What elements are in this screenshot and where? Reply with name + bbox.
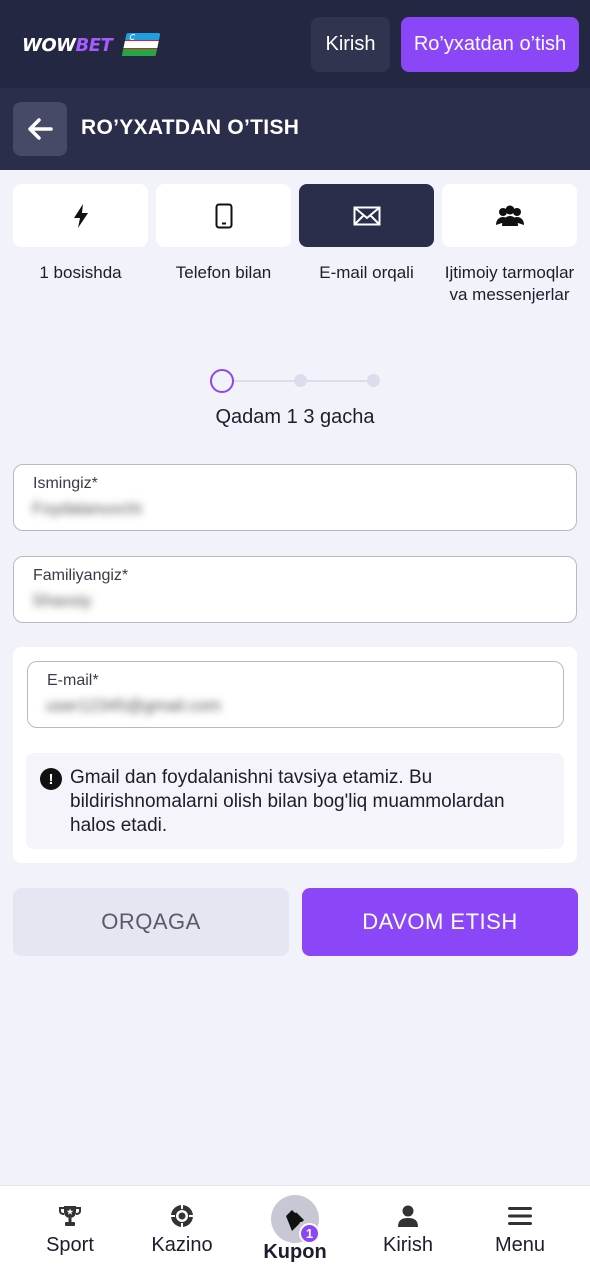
last-name-field[interactable]: Familiyangiz* Shaxsiy xyxy=(13,556,577,623)
email-card: E-mail* user12345@gmail.com ! Gmail dan … xyxy=(13,647,577,863)
nav-sport-label: Sport xyxy=(46,1234,94,1256)
nav-kupon-label: Kupon xyxy=(263,1241,327,1263)
uzbekistan-flag-icon xyxy=(121,33,161,57)
page-title: RO’YXATDAN O’TISH xyxy=(81,116,300,139)
nav-menu-label: Menu xyxy=(494,1234,546,1256)
phone-icon xyxy=(215,203,232,228)
first-name-value: Foydalanuvchi xyxy=(32,499,142,518)
tab-phone-label: Telefon bilan xyxy=(175,263,272,282)
tab-email[interactable] xyxy=(299,184,434,247)
user-icon xyxy=(398,1205,418,1227)
tab-social[interactable] xyxy=(442,184,577,247)
casino-chip-icon xyxy=(171,1205,193,1227)
nav-kazino[interactable]: Kazino xyxy=(123,1186,241,1280)
register-button[interactable]: Ro’yxatdan o’tish xyxy=(401,17,579,72)
stepper-step-2 xyxy=(294,374,307,387)
tab-phone[interactable] xyxy=(156,184,291,247)
back-button[interactable]: ORQAGA xyxy=(13,888,289,956)
tab-one-click-label: 1 bosishda xyxy=(39,263,122,282)
first-name-field[interactable]: Ismingiz* Foydalanuvchi xyxy=(13,464,577,531)
notice-text: Gmail dan foydalanishni tavsiya etamiz. … xyxy=(70,767,505,836)
stepper-text: Qadam 1 3 gacha xyxy=(215,406,375,428)
nav-kazino-label: Kazino xyxy=(151,1234,213,1256)
tab-email-label: E-mail orqali xyxy=(319,263,414,282)
logo-bet-text: BET xyxy=(75,34,113,56)
title-bar: RO’YXATDAN O’TISH xyxy=(0,88,590,170)
tab-one-click[interactable] xyxy=(13,184,148,247)
envelope-icon xyxy=(353,206,380,225)
first-name-label: Ismingiz* xyxy=(33,475,98,492)
trophy-icon xyxy=(59,1206,81,1226)
users-icon xyxy=(495,205,524,226)
nav-menu[interactable]: Menu xyxy=(461,1186,579,1280)
nav-kupon[interactable]: 1 Kupon xyxy=(236,1186,354,1280)
bottom-nav: Sport Kazino 1 Kupon Kirish Menu xyxy=(0,1185,590,1280)
nav-kirish-label: Kirish xyxy=(382,1234,433,1256)
wowbet-logo[interactable]: WOWBET xyxy=(22,33,161,57)
arrow-left-icon xyxy=(28,118,53,140)
gmail-notice: ! Gmail dan foydalanishni tavsiya etamiz… xyxy=(26,753,564,849)
stepper-step-1 xyxy=(210,369,234,393)
lightning-icon xyxy=(73,203,88,228)
logo-wow-text: WOW xyxy=(22,34,76,56)
login-button[interactable]: Kirish xyxy=(311,17,390,72)
exclamation-icon: ! xyxy=(40,768,62,790)
email-label: E-mail* xyxy=(47,672,99,689)
back-arrow-button[interactable] xyxy=(13,102,67,156)
top-bar: WOWBET Kirish Ro’yxatdan o’tish xyxy=(0,0,590,88)
last-name-label: Familiyangiz* xyxy=(33,567,129,584)
stepper-step-3 xyxy=(367,374,380,387)
tab-social-label: Ijtimoiy tarmoqlar va messenjerlar xyxy=(444,263,575,304)
hamburger-icon xyxy=(508,1207,532,1225)
continue-button[interactable]: DAVOM ETISH xyxy=(302,888,578,956)
email-value: user12345@gmail.com xyxy=(46,696,222,715)
last-name-value: Shaxsiy xyxy=(32,591,92,610)
nav-sport[interactable]: Sport xyxy=(11,1186,129,1280)
nav-kirish[interactable]: Kirish xyxy=(349,1186,467,1280)
email-field[interactable]: E-mail* user12345@gmail.com xyxy=(27,661,564,728)
